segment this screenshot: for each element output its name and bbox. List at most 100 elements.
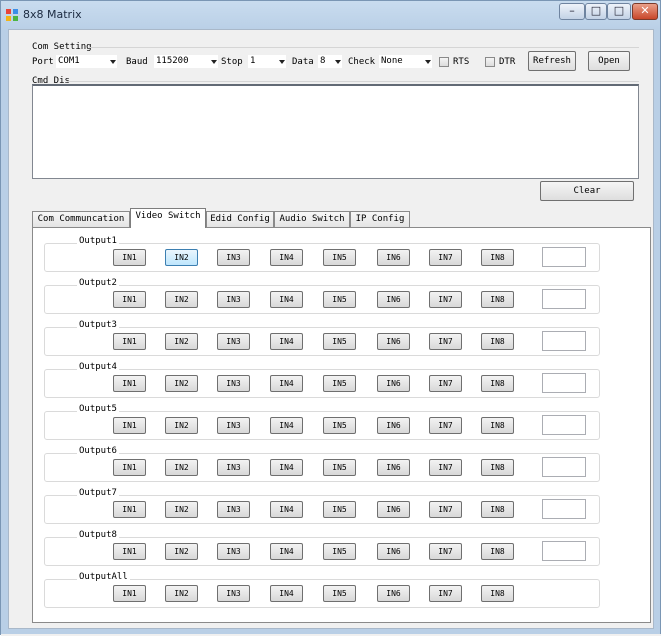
input-button-in2[interactable]: IN2	[165, 417, 198, 434]
input-button-in1[interactable]: IN1	[113, 501, 146, 518]
input-button-in4[interactable]: IN4	[270, 543, 303, 560]
input-button-in8[interactable]: IN8	[481, 501, 514, 518]
input-button-in4[interactable]: IN4	[270, 585, 303, 602]
input-button-in3[interactable]: IN3	[217, 375, 250, 392]
close-icon[interactable]: ✕	[632, 3, 658, 20]
input-button-in6[interactable]: IN6	[377, 249, 410, 266]
input-button-in8[interactable]: IN8	[481, 417, 514, 434]
input-button-in4[interactable]: IN4	[270, 501, 303, 518]
tab-ip-config[interactable]: IP Config	[350, 211, 410, 227]
input-button-in5[interactable]: IN5	[323, 249, 356, 266]
output-value-field[interactable]	[542, 289, 586, 309]
input-button-in7[interactable]: IN7	[429, 417, 462, 434]
baud-select[interactable]: 115200	[153, 54, 219, 69]
clear-button[interactable]: Clear	[540, 181, 634, 201]
input-button-in8[interactable]: IN8	[481, 249, 514, 266]
input-button-in2[interactable]: IN2	[165, 543, 198, 560]
input-button-in6[interactable]: IN6	[377, 375, 410, 392]
output-value-field[interactable]	[542, 373, 586, 393]
input-button-in2[interactable]: IN2	[165, 459, 198, 476]
port-select[interactable]: COM1	[55, 54, 118, 69]
input-button-in1[interactable]: IN1	[113, 417, 146, 434]
output-value-field[interactable]	[542, 331, 586, 351]
input-button-in1[interactable]: IN1	[113, 333, 146, 350]
input-button-in3[interactable]: IN3	[217, 249, 250, 266]
input-button-in4[interactable]: IN4	[270, 375, 303, 392]
tab-audio-switch[interactable]: Audio Switch	[274, 211, 350, 227]
input-button-in7[interactable]: IN7	[429, 333, 462, 350]
input-button-in1[interactable]: IN1	[113, 543, 146, 560]
input-button-in6[interactable]: IN6	[377, 501, 410, 518]
input-button-in8[interactable]: IN8	[481, 543, 514, 560]
input-button-in7[interactable]: IN7	[429, 459, 462, 476]
input-button-in3[interactable]: IN3	[217, 417, 250, 434]
input-button-in1[interactable]: IN1	[113, 585, 146, 602]
input-button-in7[interactable]: IN7	[429, 585, 462, 602]
input-button-in2[interactable]: IN2	[165, 375, 198, 392]
output-value-field[interactable]	[542, 415, 586, 435]
rts-checkbox[interactable]	[439, 57, 449, 67]
open-button[interactable]: Open	[588, 51, 630, 71]
check-select[interactable]: None	[378, 54, 433, 69]
input-button-in7[interactable]: IN7	[429, 249, 462, 266]
tab-com-communcation[interactable]: Com Communcation	[32, 211, 130, 227]
input-button-in6[interactable]: IN6	[377, 459, 410, 476]
input-button-in8[interactable]: IN8	[481, 585, 514, 602]
input-button-in3[interactable]: IN3	[217, 501, 250, 518]
input-button-in7[interactable]: IN7	[429, 291, 462, 308]
input-button-in6[interactable]: IN6	[377, 417, 410, 434]
input-button-in5[interactable]: IN5	[323, 417, 356, 434]
maximize-icon[interactable]: □	[607, 3, 631, 20]
input-button-in5[interactable]: IN5	[323, 375, 356, 392]
minimize-icon[interactable]: –	[559, 3, 585, 20]
input-button-in4[interactable]: IN4	[270, 333, 303, 350]
input-button-in5[interactable]: IN5	[323, 585, 356, 602]
input-button-in8[interactable]: IN8	[481, 375, 514, 392]
input-button-in1[interactable]: IN1	[113, 459, 146, 476]
input-button-in7[interactable]: IN7	[429, 501, 462, 518]
input-button-in3[interactable]: IN3	[217, 333, 250, 350]
tab-edid-config[interactable]: Edid Config	[206, 211, 274, 227]
input-button-in3[interactable]: IN3	[217, 291, 250, 308]
input-button-in5[interactable]: IN5	[323, 501, 356, 518]
data-select[interactable]: 8	[317, 54, 343, 69]
output-value-field[interactable]	[542, 541, 586, 561]
restore-icon[interactable]: □	[585, 3, 607, 20]
dtr-checkbox[interactable]	[485, 57, 495, 67]
input-button-in6[interactable]: IN6	[377, 543, 410, 560]
output-value-field[interactable]	[542, 247, 586, 267]
input-button-in5[interactable]: IN5	[323, 459, 356, 476]
input-button-in4[interactable]: IN4	[270, 291, 303, 308]
input-button-in2[interactable]: IN2	[165, 585, 198, 602]
input-button-in1[interactable]: IN1	[113, 375, 146, 392]
input-button-in5[interactable]: IN5	[323, 543, 356, 560]
input-button-in4[interactable]: IN4	[270, 459, 303, 476]
input-button-in1[interactable]: IN1	[113, 249, 146, 266]
cmd-display-textarea[interactable]	[32, 84, 639, 179]
tab-video-switch[interactable]: Video Switch	[130, 208, 206, 228]
output-value-field[interactable]	[542, 457, 586, 477]
input-button-in7[interactable]: IN7	[429, 375, 462, 392]
input-button-in2[interactable]: IN2	[165, 249, 198, 266]
input-button-in3[interactable]: IN3	[217, 459, 250, 476]
input-button-in2[interactable]: IN2	[165, 333, 198, 350]
output-value-field[interactable]	[542, 499, 586, 519]
input-button-in1[interactable]: IN1	[113, 291, 146, 308]
title-bar[interactable]: 8x8 Matrix – □ □ ✕	[1, 1, 660, 29]
input-button-in8[interactable]: IN8	[481, 333, 514, 350]
input-button-in8[interactable]: IN8	[481, 291, 514, 308]
input-button-in4[interactable]: IN4	[270, 417, 303, 434]
refresh-button[interactable]: Refresh	[528, 51, 576, 71]
input-button-in6[interactable]: IN6	[377, 333, 410, 350]
input-button-in5[interactable]: IN5	[323, 333, 356, 350]
input-button-in3[interactable]: IN3	[217, 543, 250, 560]
input-button-in4[interactable]: IN4	[270, 249, 303, 266]
stop-select[interactable]: 1	[247, 54, 287, 69]
input-button-in2[interactable]: IN2	[165, 501, 198, 518]
input-button-in2[interactable]: IN2	[165, 291, 198, 308]
input-button-in7[interactable]: IN7	[429, 543, 462, 560]
input-button-in6[interactable]: IN6	[377, 291, 410, 308]
input-button-in3[interactable]: IN3	[217, 585, 250, 602]
input-button-in6[interactable]: IN6	[377, 585, 410, 602]
input-button-in5[interactable]: IN5	[323, 291, 356, 308]
